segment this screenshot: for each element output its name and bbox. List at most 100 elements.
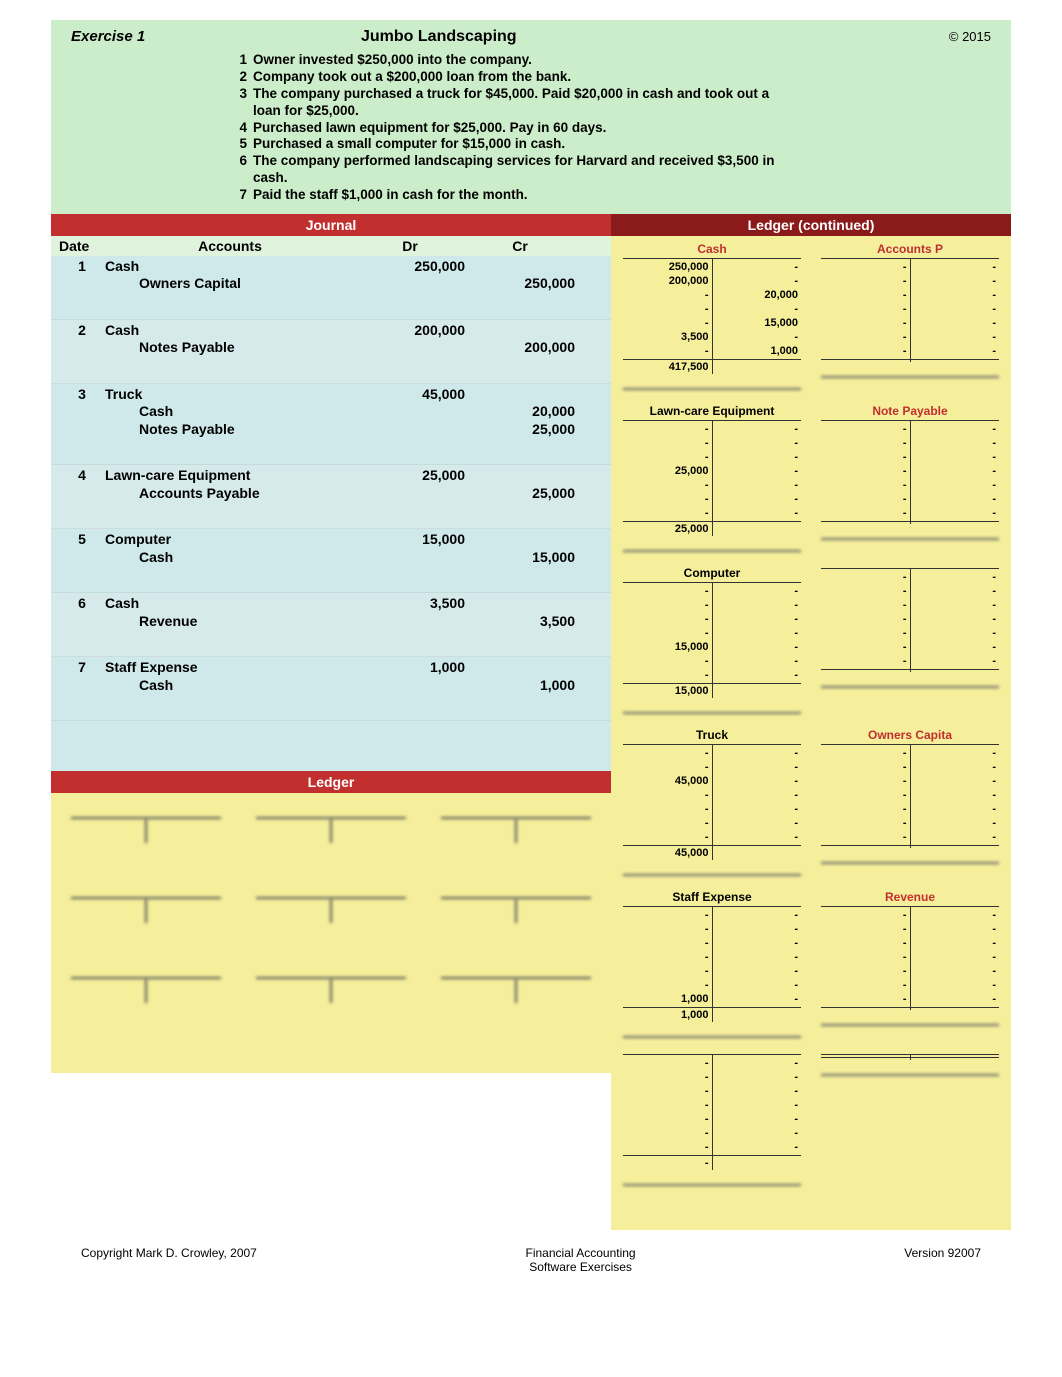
t-cell-debit: -: [626, 598, 709, 612]
t-cell-credit: -: [716, 922, 799, 936]
journal-line-debit: 1,000: [355, 659, 465, 677]
t-account-credit-col: [911, 1055, 1000, 1057]
journal-line-credit: [465, 531, 575, 549]
t-cell-credit: 1,000: [716, 344, 799, 358]
journal-line-date: 3: [59, 386, 105, 404]
journal-line-credit: 200,000: [465, 339, 575, 357]
t-cell-credit: -: [716, 1140, 799, 1154]
t-account: Cash250,000200,000---3,500---20,000-15,0…: [623, 242, 801, 390]
t-cell-credit: -: [914, 344, 997, 358]
t-cell-debit: -: [626, 344, 709, 358]
t-account-total-row: 45,000: [623, 845, 801, 860]
t-cell-debit: -: [824, 922, 907, 936]
t-cell-credit: -: [716, 598, 799, 612]
transaction-text: Company took out a $200,000 loan from th…: [253, 69, 791, 86]
t-cell-credit: -: [716, 1070, 799, 1084]
transaction-number: 1: [231, 52, 247, 69]
t-cell-debit: -: [626, 1070, 709, 1084]
copyright-year: © 2015: [949, 29, 991, 44]
t-account-title: Owners Capita: [821, 728, 999, 745]
t-total-credit: [911, 670, 1000, 672]
t-cell-credit: -: [914, 436, 997, 450]
journal-line-account: Notes Payable: [105, 339, 355, 357]
left-ledger-area: [51, 793, 611, 1073]
t-account-credit-col: -------: [713, 907, 802, 1007]
t-account-credit-col: -------: [713, 745, 802, 845]
t-cell-credit: -: [716, 584, 799, 598]
t-cell-credit: -: [914, 922, 997, 936]
t-cell-debit: -: [824, 654, 907, 668]
t-total-credit: [713, 846, 802, 860]
journal-line-date: 5: [59, 531, 105, 549]
t-total-credit: [911, 1058, 1000, 1060]
t-cell-debit: -: [626, 1140, 709, 1154]
t-account-underline: [623, 1026, 801, 1038]
journal-line-date: [59, 275, 105, 293]
t-account-total-row: [821, 359, 999, 362]
t-account-underline: [821, 528, 999, 540]
t-cell-debit: -: [824, 908, 907, 922]
t-cell-credit: -: [716, 950, 799, 964]
t-cell-credit: -: [914, 654, 997, 668]
t-cell-debit: -: [824, 802, 907, 816]
journal-entry: 5Computer15,000Cash15,000: [51, 529, 611, 593]
journal-line: Cash1,000: [59, 677, 603, 695]
journal-line-debit: 200,000: [355, 322, 465, 340]
journal-entry: 7Staff Expense1,000Cash1,000: [51, 657, 611, 721]
journal-line: Notes Payable 200,000: [59, 339, 603, 357]
t-total-debit: 25,000: [623, 522, 713, 536]
journal-line-credit: 25,000: [465, 421, 575, 439]
t-account-underline: [623, 1174, 801, 1186]
t-cell-credit: -: [716, 492, 799, 506]
t-account-underline: [623, 378, 801, 390]
blank-t-account: [256, 803, 406, 843]
t-cell-credit: -: [914, 330, 997, 344]
t-total-debit: 1,000: [623, 1008, 713, 1022]
t-account-body: --45,000-----------: [623, 745, 801, 845]
t-cell-debit: -: [626, 1084, 709, 1098]
t-total-debit: [821, 1008, 911, 1010]
t-total-credit: [911, 360, 1000, 362]
t-account-row: Lawn-care Equipment---25,000----------25…: [615, 404, 1007, 552]
t-account-credit-col: -------: [911, 907, 1000, 1007]
t-account: [821, 1052, 999, 1186]
journal-line-date: 1: [59, 258, 105, 276]
t-cell-debit: -: [824, 978, 907, 992]
t-cell-credit: -: [914, 830, 997, 844]
journal-line-account: Cash: [105, 677, 355, 695]
transaction-row: 1Owner invested $250,000 into the compan…: [231, 52, 791, 69]
t-total-debit: [821, 1058, 911, 1060]
t-cell-debit: -: [824, 640, 907, 654]
journal-line-account: Cash: [105, 322, 355, 340]
t-account-credit-col: -------: [713, 421, 802, 521]
journal-body: 1Cash250,000Owners Capital250,0002Cash20…: [51, 256, 611, 732]
t-account: Accounts P--------------: [821, 242, 999, 390]
t-cell-debit: -: [824, 570, 907, 584]
t-cell-credit: -: [716, 1126, 799, 1140]
t-account-debit-col: -------: [821, 259, 911, 359]
journal-line-date: [59, 421, 105, 439]
t-cell-credit: -: [716, 450, 799, 464]
t-account-title: Note Payable: [821, 404, 999, 421]
journal-header-row: Date Accounts Dr Cr: [51, 236, 611, 256]
t-cell-debit: -: [824, 316, 907, 330]
t-account-title: Accounts P: [821, 242, 999, 259]
journal-line-account: Cash: [105, 549, 355, 567]
journal-title-bar: Journal: [51, 214, 611, 236]
journal-line-credit: [465, 467, 575, 485]
t-cell-credit: -: [914, 640, 997, 654]
t-cell-credit: -: [914, 746, 997, 760]
t-account-body: ------1,000-------: [623, 907, 801, 1007]
t-account-body: [821, 1055, 999, 1057]
t-cell-debit: -: [626, 1126, 709, 1140]
t-account-body: --------------: [821, 907, 999, 1007]
t-account-underline: [821, 676, 999, 688]
t-cell-credit: -: [716, 436, 799, 450]
journal-line-account: Owners Capital: [105, 275, 355, 293]
t-cell-debit: -: [824, 450, 907, 464]
t-account-body: --------------: [821, 421, 999, 521]
t-cell-credit: -: [914, 478, 997, 492]
transaction-number: 6: [231, 153, 247, 187]
t-cell-credit: -: [914, 626, 997, 640]
journal-line-account: Staff Expense: [105, 659, 355, 677]
